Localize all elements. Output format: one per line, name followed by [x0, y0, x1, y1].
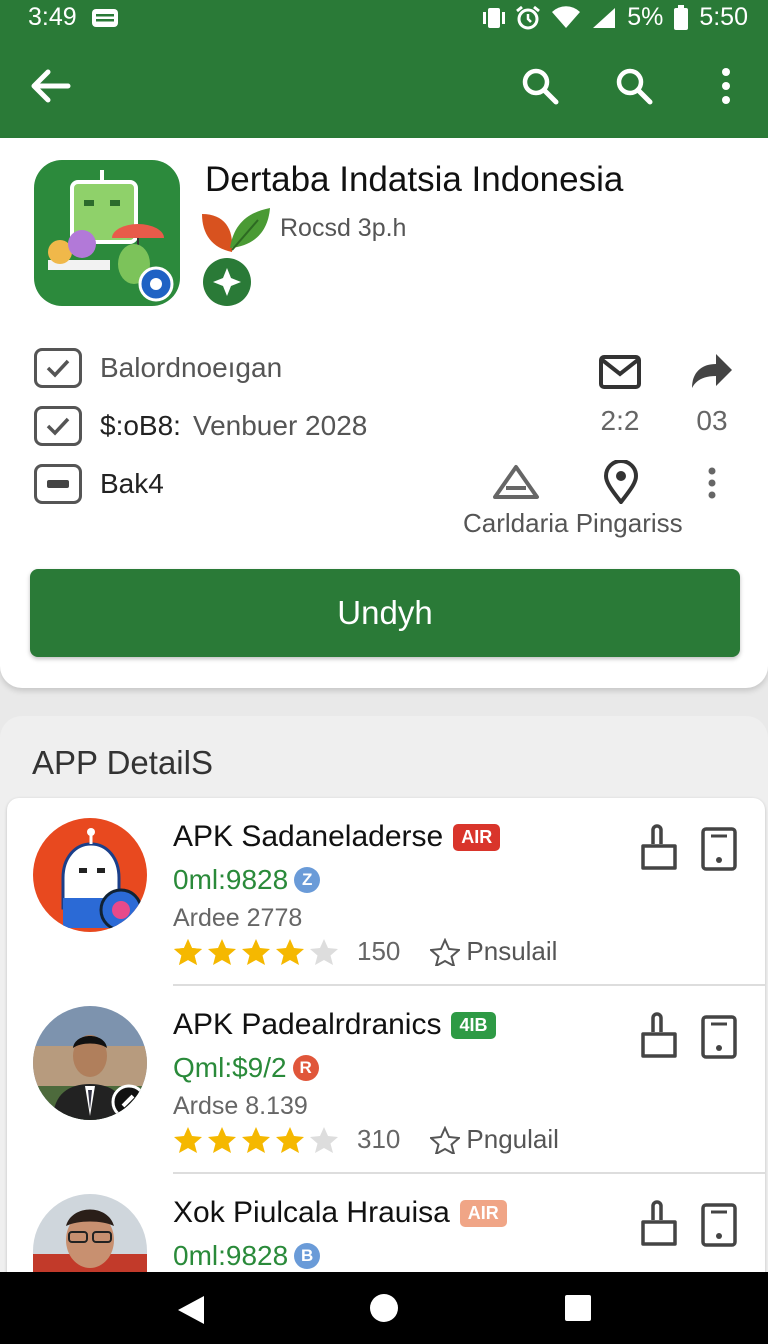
app-tag: AIR: [453, 823, 501, 851]
more-vert-icon[interactable]: [700, 466, 724, 507]
mail-count: 2:2: [600, 405, 640, 436]
app-list: APK Sadaneladerse AIR 0ml:9828 Z Ardee 2…: [7, 798, 765, 1278]
coin-icon: R: [292, 1055, 319, 1081]
app-price: 0ml:9828 Z: [173, 864, 321, 896]
star-rating: 150 Pnsulail: [173, 936, 557, 967]
back-arrow-icon[interactable]: [28, 64, 72, 108]
phone-device-icon[interactable]: [699, 1202, 739, 1248]
app-name-text: Xok Piulcala Hrauisa: [173, 1196, 450, 1229]
app-subtitle: Ardse 8.139: [173, 1092, 308, 1120]
price-text: 0ml:9828: [173, 864, 289, 895]
search-icon-secondary[interactable]: [612, 64, 656, 108]
app-header-card: Dertaba Indatsia Indonesia Rocsd 3p.h Ba…: [0, 138, 768, 688]
install-hand-icon[interactable]: [639, 1200, 679, 1248]
search-icon[interactable]: [518, 64, 562, 108]
app-bar: [0, 50, 768, 122]
person-avatar: [33, 1194, 147, 1278]
battery-icon: [673, 4, 689, 31]
share-action[interactable]: 03: [690, 352, 734, 437]
navigation-bar: [0, 1272, 768, 1344]
meta-version-prefix: $:oB8:: [100, 410, 181, 441]
star-outline-icon: [430, 1125, 461, 1154]
app-name: APK Padealrdranics 4IB: [173, 1008, 496, 1042]
follow-link[interactable]: Pnsulail: [430, 936, 557, 967]
checkbox-icon[interactable]: [34, 348, 82, 388]
meta-row-category: Balordnoeıgan: [34, 348, 282, 388]
app-name-text: APK Padealrdranics: [173, 1008, 442, 1041]
section-title: APP DetailS: [32, 744, 213, 781]
nav-home-icon[interactable]: [368, 1292, 400, 1329]
status-time-right: 5:50: [699, 3, 748, 31]
meta-row-version: $:oB8: Venbuer 2028: [34, 406, 367, 446]
checkbox-icon[interactable]: [34, 406, 82, 446]
app-name: APK Sadaneladerse AIR: [173, 820, 501, 854]
app-price: 0ml:9828 B: [173, 1240, 321, 1272]
top-bar: 3:49 5% 5:50: [0, 0, 768, 138]
app-name: Xok Piulcala Hrauisa AIR: [173, 1196, 507, 1230]
list-item[interactable]: APK Padealrdranics 4IB Qml:$9/2 R Ardse …: [7, 986, 765, 1174]
app-subtitle: Ardee 2778: [173, 904, 303, 932]
status-bar: 3:49 5% 5:50: [0, 0, 768, 36]
more-vert-icon[interactable]: [706, 64, 750, 108]
mail-action[interactable]: 2:2: [598, 354, 642, 437]
app-tag: AIR: [459, 1199, 507, 1227]
star-outline-icon: [430, 937, 461, 966]
alarm-icon: [515, 5, 541, 31]
person-avatar: [33, 1006, 147, 1120]
follow-link[interactable]: Pngulail: [430, 1124, 559, 1155]
app-price: Qml:$9/2 R: [173, 1052, 319, 1084]
app-tag: 4IB: [451, 1011, 496, 1039]
app-title: Dertaba Indatsia Indonesia: [205, 160, 624, 199]
phone-device-icon[interactable]: [699, 826, 739, 872]
robot-avatar-icon: [33, 818, 147, 932]
share-count: 03: [696, 405, 728, 436]
install-hand-icon[interactable]: [639, 824, 679, 872]
battery-level: 5%: [627, 3, 664, 31]
notification-icon: [91, 7, 119, 29]
signal-icon: [591, 6, 617, 30]
install-hand-icon[interactable]: [639, 1012, 679, 1060]
meta-category: Balordnoeıgan: [100, 352, 283, 383]
star-rating: 310 Pngulail: [173, 1124, 559, 1155]
location-pin-icon[interactable]: [602, 459, 640, 509]
app-details-section: APP DetailS APK Sadaneladerse AIR 0ml:98…: [0, 716, 768, 1278]
developer-name[interactable]: Rocsd 3p.h: [280, 214, 406, 243]
warning-triangle-icon[interactable]: [492, 464, 540, 505]
follow-text: Pnsulail: [466, 936, 558, 966]
phone-device-icon[interactable]: [699, 1014, 739, 1060]
vibrate-icon: [483, 6, 506, 30]
toggle-box-icon[interactable]: [34, 464, 82, 504]
rating-count: 150: [357, 936, 401, 966]
stars-icon: [174, 938, 338, 965]
coin-icon: Z: [294, 867, 321, 893]
meta-size: Bak4: [100, 468, 164, 499]
share-arrow-icon: [690, 352, 734, 395]
price-text: Qml:$9/2: [173, 1052, 287, 1083]
meta-version: Venbuer 2028: [192, 410, 368, 441]
leaf-icon: [200, 204, 272, 254]
install-button[interactable]: Undyh: [30, 569, 740, 657]
editors-choice-icon: [203, 258, 251, 306]
stars-icon: [174, 1126, 338, 1153]
list-item[interactable]: Xok Piulcala Hrauisa AIR 0ml:9828 B: [7, 1174, 765, 1278]
wifi-icon: [551, 5, 581, 30]
follow-text: Pngulail: [466, 1124, 559, 1154]
app-name-text: APK Sadaneladerse: [173, 820, 444, 853]
status-time-left: 3:49: [28, 3, 77, 31]
meta-row-size: Bak4: [34, 464, 164, 504]
nav-back-icon[interactable]: [176, 1294, 206, 1331]
price-text: 0ml:9828: [173, 1240, 289, 1271]
mail-icon: [598, 354, 642, 395]
location-label: Carldaria Pingariss: [463, 508, 683, 538]
app-icon[interactable]: [34, 160, 180, 306]
list-item[interactable]: APK Sadaneladerse AIR 0ml:9828 Z Ardee 2…: [7, 798, 765, 986]
coin-icon: B: [294, 1243, 321, 1269]
nav-recents-icon[interactable]: [564, 1294, 592, 1327]
rating-count: 310: [357, 1124, 401, 1154]
